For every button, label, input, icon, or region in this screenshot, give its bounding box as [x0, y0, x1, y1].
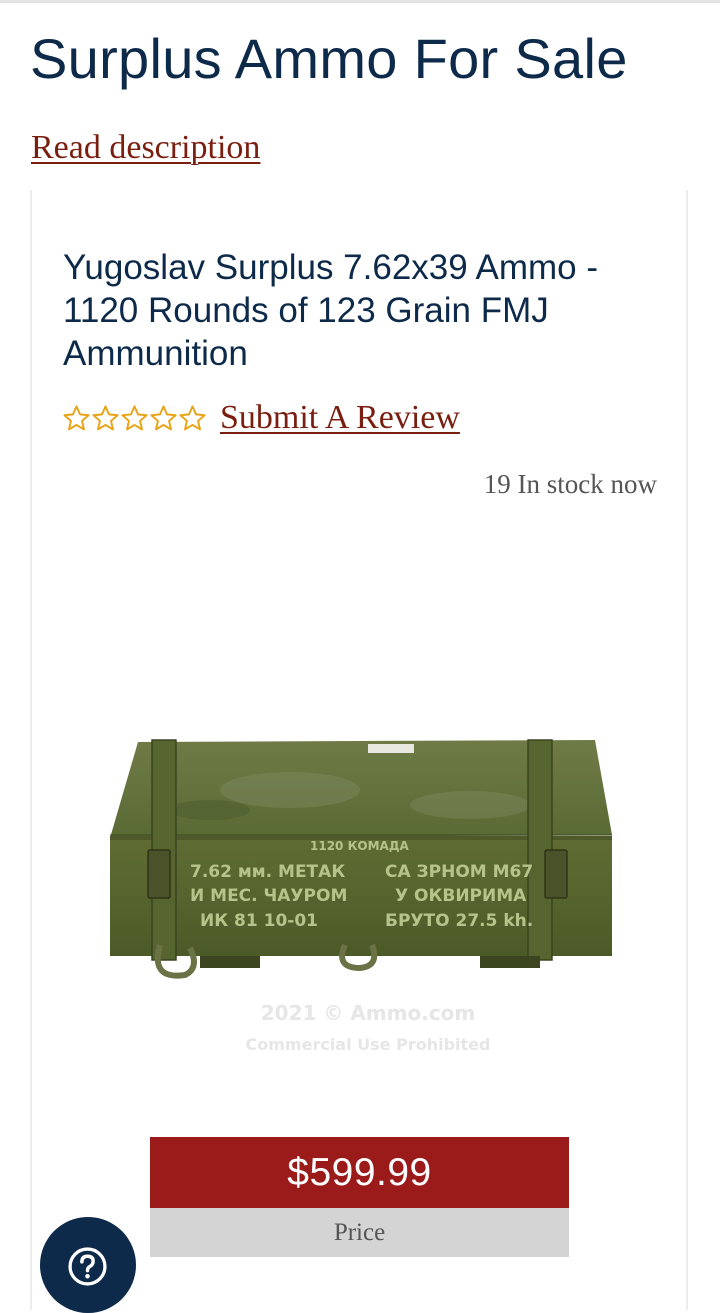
- product-title[interactable]: Yugoslav Surplus 7.62x39 Ammo - 1120 Rou…: [63, 246, 663, 375]
- watermark-line: Commercial Use Prohibited: [246, 1035, 491, 1054]
- price-button[interactable]: $599.99: [150, 1137, 569, 1208]
- crate-text-line: БРУТО 27.5 kh.: [385, 911, 533, 931]
- star-empty-icon: [63, 404, 90, 430]
- lid-label: [368, 744, 414, 753]
- star-empty-icon: [121, 404, 148, 430]
- top-divider: [0, 0, 720, 3]
- star-empty-icon: [150, 404, 177, 430]
- price-label: Price: [150, 1208, 569, 1257]
- crate-text-line: 7.62 мм. МЕТАК: [190, 862, 345, 882]
- ammo-crate-image[interactable]: 1120 КОМАДА 7.62 мм. МЕТАК СА ЗРНОМ М67 …: [90, 700, 630, 1080]
- crate-text-line: У ОКВИРИМА: [395, 886, 527, 906]
- submit-review-link[interactable]: Submit A Review: [220, 396, 460, 440]
- crate-text-line: 1120 КОМАДА: [310, 839, 410, 853]
- star-empty-icon: [92, 404, 119, 430]
- read-description-link[interactable]: Read description: [31, 126, 260, 170]
- star-empty-icon: [179, 404, 206, 430]
- rating-stars[interactable]: [62, 398, 207, 438]
- crate-text-line: ИК 81 10-01: [200, 911, 318, 931]
- crate-text-line: СА ЗРНОМ М67: [385, 862, 533, 882]
- page-title: Surplus Ammo For Sale: [30, 27, 628, 90]
- watermark-line: 2021 © Ammo.com: [261, 1001, 476, 1025]
- help-button[interactable]: [40, 1217, 136, 1313]
- crate-text-line: И МЕС. ЧАУРОМ: [190, 886, 347, 906]
- question-icon: [68, 1247, 107, 1286]
- stock-status: 19 In stock now: [483, 469, 657, 499]
